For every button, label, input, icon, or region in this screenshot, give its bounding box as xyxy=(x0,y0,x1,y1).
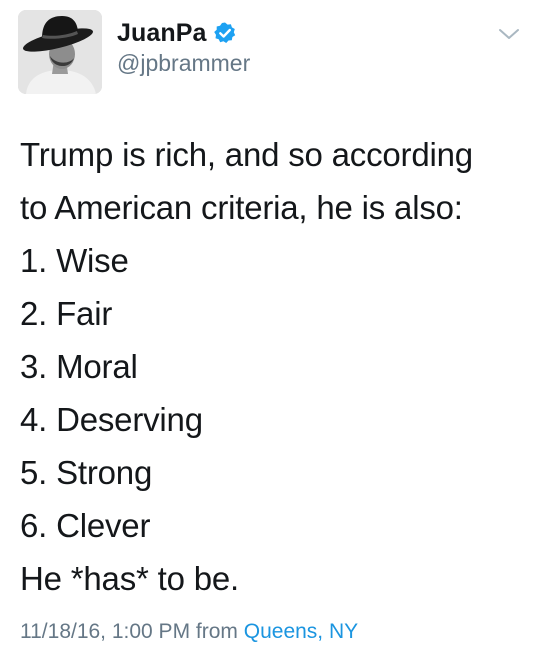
avatar-image xyxy=(18,10,102,94)
tweet-timestamp[interactable]: 11/18/16, 1:00 PM xyxy=(20,620,190,643)
author-handle[interactable]: @jpbrammer xyxy=(117,50,250,77)
tweet-text: Trump is rich, and so according to Ameri… xyxy=(20,128,525,605)
author-name-row[interactable]: JuanPa xyxy=(117,16,237,50)
tweet-text-line: He *has* to be. xyxy=(20,560,239,597)
chevron-down-icon[interactable] xyxy=(496,24,522,44)
tweet-text-line: 1. Wise xyxy=(20,242,129,279)
tweet-text-line: 5. Strong xyxy=(20,454,153,491)
tweet-location-link[interactable]: Queens, NY xyxy=(244,620,358,643)
tweet-from-label: from xyxy=(195,620,238,643)
tweet-text-line: 3. Moral xyxy=(20,348,138,385)
tweet-text-line: 6. Clever xyxy=(20,507,151,544)
tweet-meta: 11/18/16, 1:00 PM from Queens, NY xyxy=(20,620,358,644)
tweet: JuanPa @jpbrammer Trump is rich, and so … xyxy=(0,0,540,661)
avatar[interactable] xyxy=(18,10,102,94)
tweet-text-line: to American criteria, he is also: xyxy=(20,189,463,226)
verified-badge-icon xyxy=(213,21,237,45)
tweet-text-line: 2. Fair xyxy=(20,295,113,332)
tweet-text-line: 4. Deserving xyxy=(20,401,203,438)
tweet-text-line: Trump is rich, and so according xyxy=(20,136,473,173)
author-display-name[interactable]: JuanPa xyxy=(117,19,207,48)
